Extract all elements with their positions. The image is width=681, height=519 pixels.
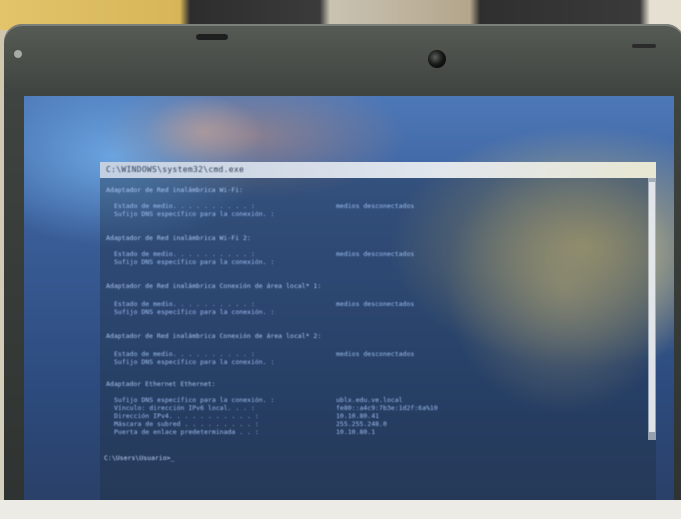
adapter-header: Adaptador de Red inalámbrica Conexión de… (106, 282, 322, 290)
desk-surface (0, 500, 681, 519)
photo-scene: C:\WINDOWS\system32\cmd.exe Adaptador de… (0, 0, 681, 519)
output-value: 255.255.248.0 (336, 420, 387, 428)
adapter-header: Adaptador de Red inalámbrica Conexión de… (106, 332, 322, 340)
output-value: medios desconectados (336, 300, 415, 308)
output-label: Máscara de subred . . . . . . . . . : (114, 420, 259, 428)
output-label: Sufijo DNS específico para la conexión. … (114, 210, 275, 218)
window-title-bar[interactable]: C:\WINDOWS\system32\cmd.exe (100, 162, 656, 178)
output-value: medios desconectados (336, 250, 415, 258)
screen-reflection (144, 96, 264, 166)
adapter-header: Adaptador de Red inalámbrica Wi-Fi 2: (106, 234, 251, 242)
adapter-header: Adaptador Ethernet Ethernet: (106, 380, 216, 388)
output-value: fe80::a4c9:7b3e:1d2f:6a%10 (336, 404, 438, 412)
output-value: ublx.edu.ve.local (336, 396, 403, 404)
adapter-header: Adaptador de Red inalámbrica Wi-Fi: (106, 186, 243, 194)
output-label: Sufijo DNS específico para la conexión. … (114, 358, 275, 366)
bezel-latch (196, 34, 228, 40)
output-value: medios desconectados (336, 202, 415, 210)
output-label: Vínculo: dirección IPv6 local. . . : (114, 404, 255, 412)
output-label: Puerta de enlace predeterminada . . : (114, 428, 259, 436)
scrollbar-thumb[interactable] (649, 182, 655, 432)
output-value: medios desconectados (336, 350, 415, 358)
output-label: Dirección IPv4. . . . . . . . . . . : (114, 412, 259, 420)
output-label: Estado de medio. . . . . . . . . . : (114, 300, 255, 308)
laptop-screen: C:\WINDOWS\system32\cmd.exe Adaptador de… (24, 96, 674, 512)
output-label: Estado de medio. . . . . . . . . . : (114, 250, 255, 258)
status-led (632, 44, 656, 48)
output-label: Estado de medio. . . . . . . . . . : (114, 202, 255, 210)
output-label: Estado de medio. . . . . . . . . . : (114, 350, 255, 358)
output-label: Sufijo DNS específico para la conexión. … (114, 308, 275, 316)
output-value: 10.10.80.41 (336, 412, 380, 420)
command-prompt-window[interactable]: C:\WINDOWS\system32\cmd.exe Adaptador de… (100, 162, 656, 508)
bezel-screw-icon (14, 50, 22, 58)
webcam-icon (428, 50, 446, 68)
output-label: Sufijo DNS específico para la conexión. … (114, 258, 275, 266)
output-value: 10.10.80.1 (336, 428, 376, 436)
window-title: C:\WINDOWS\system32\cmd.exe (106, 165, 245, 174)
command-prompt-line[interactable]: C:\Users\Usuario>_ (104, 454, 174, 462)
output-label: Sufijo DNS específico para la conexión. … (114, 396, 275, 404)
